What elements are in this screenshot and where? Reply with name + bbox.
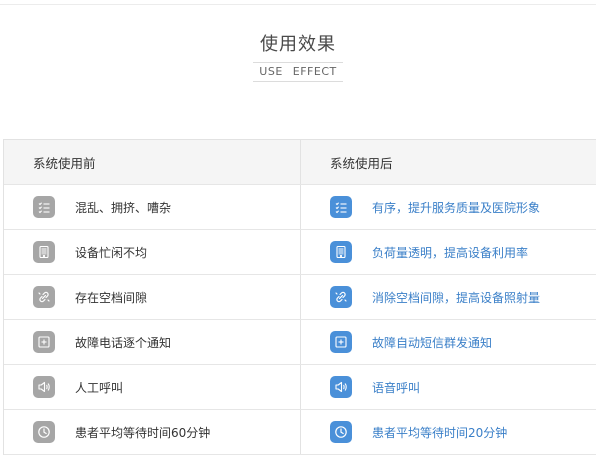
after-cell: 语音呼叫	[301, 365, 596, 409]
before-cell: 混乱、拥挤、嘈杂	[4, 185, 301, 229]
section-heading: 使用效果 USE EFFECT	[0, 33, 596, 82]
table-row: 混乱、拥挤、嘈杂 有序，提升服务质量及医院形象	[4, 185, 596, 230]
table-header-row: 系统使用前 系统使用后	[4, 140, 596, 185]
after-cell: 负荷量透明，提高设备利用率	[301, 230, 596, 274]
table-row: 人工呼叫 语音呼叫	[4, 365, 596, 410]
add-note-icon	[33, 331, 55, 353]
speaker-icon	[330, 376, 352, 398]
tablet-icon	[330, 241, 352, 263]
before-text: 故障电话逐个通知	[75, 335, 172, 350]
before-cell: 故障电话逐个通知	[4, 320, 301, 364]
table-row: 患者平均等待时间60分钟 患者平均等待时间20分钟	[4, 410, 596, 455]
section-subtitle: USE EFFECT	[259, 65, 337, 78]
table-row: 设备忙闲不均 负荷量透明，提高设备利用率	[4, 230, 596, 275]
table-row: 故障电话逐个通知 故障自动短信群发通知	[4, 320, 596, 365]
comparison-table: 系统使用前 系统使用后 混乱、拥挤、嘈杂 有序，提升服务质量及医院形象 设备忙闲…	[3, 139, 596, 455]
clock-icon	[33, 421, 55, 443]
before-text: 人工呼叫	[75, 380, 124, 395]
broken-link-icon	[33, 286, 55, 308]
section-subtitle-box: USE EFFECT	[253, 62, 343, 82]
after-text: 患者平均等待时间20分钟	[372, 425, 508, 440]
before-text: 患者平均等待时间60分钟	[75, 425, 211, 440]
section-title: 使用效果	[260, 34, 336, 55]
before-cell: 人工呼叫	[4, 365, 301, 409]
before-text: 混乱、拥挤、嘈杂	[75, 200, 172, 215]
after-cell: 故障自动短信群发通知	[301, 320, 596, 364]
use-effect-page: 使用效果 USE EFFECT 系统使用前 系统使用后 混乱、拥挤、嘈杂 有序，…	[0, 0, 596, 466]
list-icon	[33, 196, 55, 218]
after-cell: 患者平均等待时间20分钟	[301, 410, 596, 454]
after-text: 故障自动短信群发通知	[372, 335, 493, 350]
before-text: 设备忙闲不均	[75, 245, 148, 260]
before-cell: 存在空档间隙	[4, 275, 301, 319]
tablet-icon	[33, 241, 55, 263]
before-text: 存在空档间隙	[75, 290, 148, 305]
after-header: 系统使用后	[330, 155, 393, 171]
after-text: 有序，提升服务质量及医院形象	[372, 200, 541, 215]
after-cell: 有序，提升服务质量及医院形象	[301, 185, 596, 229]
after-text: 消除空档间隙，提高设备照射量	[372, 290, 541, 305]
broken-link-icon	[330, 286, 352, 308]
table-row: 存在空档间隙 消除空档间隙，提高设备照射量	[4, 275, 596, 320]
before-header: 系统使用前	[4, 140, 301, 184]
after-text: 语音呼叫	[372, 380, 421, 395]
before-cell: 设备忙闲不均	[4, 230, 301, 274]
after-text: 负荷量透明，提高设备利用率	[372, 245, 529, 260]
add-note-icon	[330, 331, 352, 353]
after-cell: 消除空档间隙，提高设备照射量	[301, 275, 596, 319]
before-cell: 患者平均等待时间60分钟	[4, 410, 301, 454]
clock-icon	[330, 421, 352, 443]
speaker-icon	[33, 376, 55, 398]
list-icon	[330, 196, 352, 218]
top-divider	[0, 4, 596, 5]
